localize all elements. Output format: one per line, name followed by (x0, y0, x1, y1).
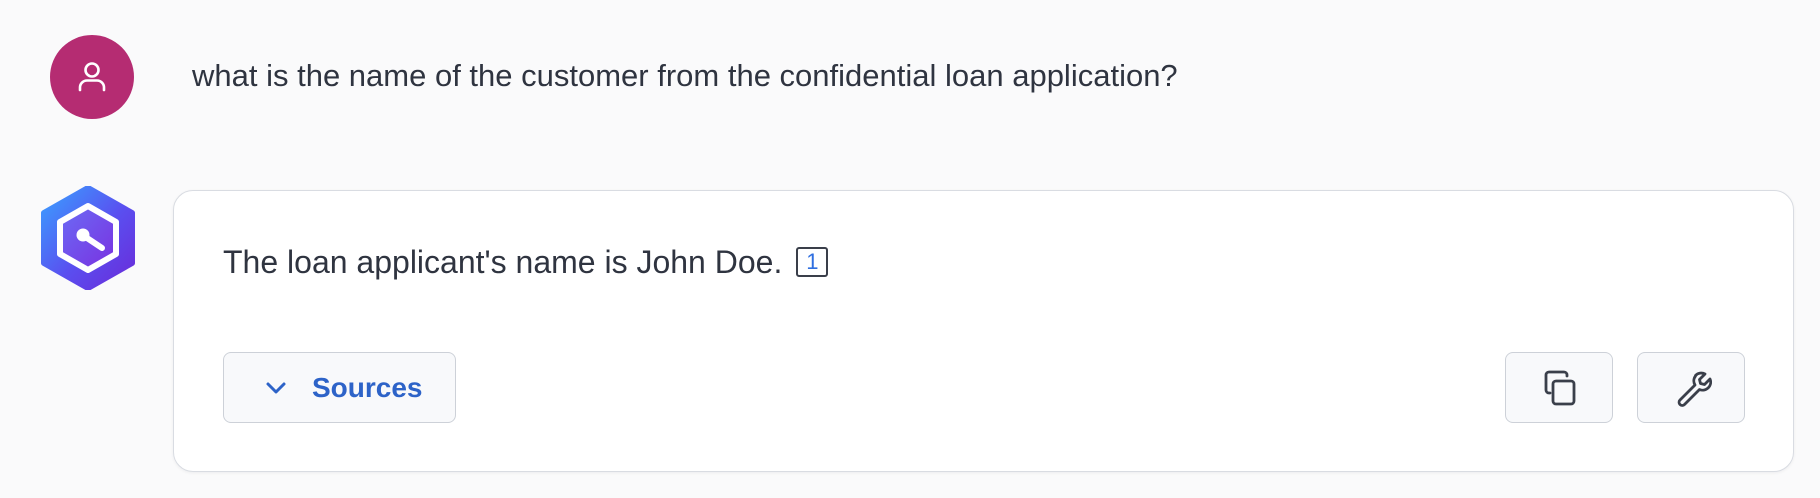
citation-link[interactable]: 1 (796, 247, 829, 277)
user-message-row: what is the name of the customer from th… (0, 0, 1820, 150)
copy-icon (1544, 370, 1576, 405)
chevron-down-icon (266, 382, 286, 393)
sources-button[interactable]: Sources (223, 352, 456, 423)
sources-button-label: Sources (312, 371, 423, 403)
user-question-text: what is the name of the customer from th… (192, 58, 1178, 93)
assistant-avatar (40, 186, 136, 290)
assistant-answer: The loan applicant's name is John Doe. 1 (223, 241, 829, 283)
user-avatar (50, 35, 134, 119)
user-icon (78, 62, 106, 92)
assistant-logo-icon (41, 186, 135, 290)
copy-button[interactable] (1505, 352, 1613, 423)
answer-text: The loan applicant's name is John Doe. (223, 244, 783, 280)
chat-page: what is the name of the customer from th… (0, 0, 1820, 498)
tools-button[interactable] (1637, 352, 1745, 423)
wrench-icon (1677, 371, 1712, 407)
assistant-answer-card: The loan applicant's name is John Doe. 1… (173, 190, 1794, 472)
